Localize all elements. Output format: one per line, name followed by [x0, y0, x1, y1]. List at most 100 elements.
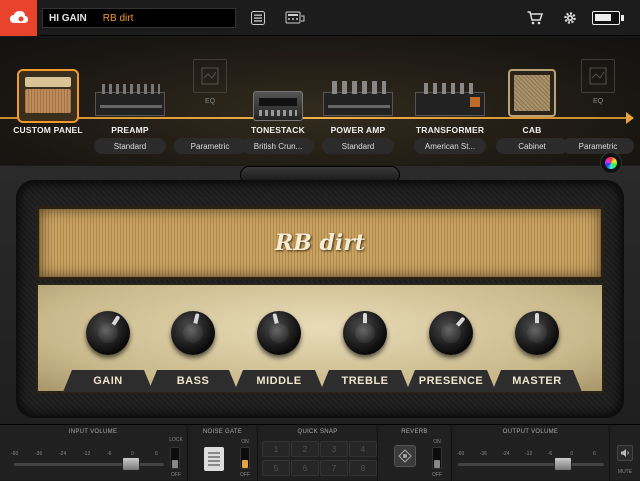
knob-label-gain: GAIN: [63, 370, 153, 392]
knob-cap: [355, 323, 375, 343]
knob-cap: [183, 323, 203, 343]
scale-tick-label: 0: [570, 451, 574, 457]
tonestack-thumbnail: [253, 91, 303, 121]
cab-thumbnail: [508, 69, 556, 117]
quick-snap-button-7[interactable]: 7: [320, 460, 348, 476]
mute-speaker-icon[interactable]: [617, 445, 633, 461]
eq-label: EQ: [592, 98, 604, 105]
knob-gain[interactable]: [78, 303, 138, 363]
scale-tick-label: -6: [107, 451, 112, 457]
input-lock-toggle[interactable]: [170, 447, 180, 469]
eq-type-pill[interactable]: Parametric: [174, 138, 246, 154]
module-transformer[interactable]: TRANSFORMER American St...: [410, 37, 490, 165]
quick-snap-button-4[interactable]: 4: [349, 441, 377, 457]
knob-label-bass: BASS: [148, 370, 238, 392]
module-tonestack[interactable]: TONESTACK British Crun...: [238, 37, 318, 165]
module-label: PREAMP: [111, 125, 149, 135]
knob-middle[interactable]: [249, 303, 309, 363]
noise-gate-on-label: ON: [241, 439, 249, 445]
transformer-type-pill[interactable]: American St...: [414, 138, 486, 154]
amp-grille: RB dirt: [36, 206, 604, 280]
quick-snap-button-3[interactable]: 3: [320, 441, 348, 457]
module-power-amp[interactable]: POWER AMP Standard: [318, 37, 398, 165]
reverb-on-label: ON: [433, 439, 441, 445]
output-volume-fader[interactable]: [554, 457, 573, 471]
module-label: POWER AMP: [330, 125, 386, 135]
power-amp-type-pill[interactable]: Standard: [322, 138, 394, 154]
preset-list-icon[interactable]: [250, 9, 266, 27]
knob-label-presence: PRESENCE: [406, 370, 496, 392]
noise-gate-section: NOISE GATE ON OFF: [188, 425, 258, 481]
tonestack-type-pill[interactable]: British Crun...: [242, 138, 314, 154]
knob-bass[interactable]: [163, 303, 223, 363]
knob-cap: [441, 323, 461, 343]
reverb-icon[interactable]: [394, 445, 416, 467]
noise-gate-pedal-icon[interactable]: [204, 447, 224, 471]
quick-snap-button-5[interactable]: 5: [262, 460, 290, 476]
module-eq-2[interactable]: EQ Parametric: [558, 37, 638, 165]
amp-settings-icon[interactable]: [284, 9, 306, 27]
reverb-title: REVERB: [401, 429, 428, 435]
power-amp-thumbnail: [323, 81, 393, 116]
knob-presence[interactable]: [421, 303, 481, 363]
noise-gate-toggle[interactable]: [240, 447, 250, 469]
cart-icon[interactable]: [526, 9, 544, 27]
mute-label: MUTE: [617, 469, 633, 475]
reverb-off-label: OFF: [432, 472, 442, 478]
input-volume-fader[interactable]: [122, 457, 140, 471]
color-wheel-icon[interactable]: [600, 152, 622, 174]
cloud-logo-icon[interactable]: [0, 0, 37, 36]
scale-tick-label: -6: [547, 451, 553, 457]
eq-thumbnail: [193, 59, 227, 93]
scale-tick-label: 6: [155, 451, 158, 457]
scale-tick-label: -36: [35, 451, 43, 457]
quick-snap-button-6[interactable]: 6: [291, 460, 319, 476]
noise-gate-title: NOISE GATE: [202, 429, 243, 435]
gear-icon[interactable]: [561, 9, 579, 27]
module-label: TRANSFORMER: [415, 125, 485, 135]
knob-body: [86, 311, 130, 355]
scale-tick-label: -12: [525, 451, 533, 457]
quick-snap-button-1[interactable]: 1: [262, 441, 290, 457]
transformer-thumbnail: [415, 83, 485, 116]
custom-panel-thumbnail: [17, 69, 79, 123]
top-bar: HI GAIN RB dirt: [0, 0, 640, 36]
input-volume-section: INPUT VOLUME -60 -36 -24 -12 -6 0 6 LOCK OFF: [0, 425, 188, 481]
scale-tick-label: -12: [83, 451, 91, 457]
knob-label-master: MASTER: [492, 370, 582, 392]
knob-treble[interactable]: [335, 303, 395, 363]
preamp-thumbnail: [95, 84, 165, 116]
knob-cap: [269, 323, 289, 343]
preset-bank-label: HI GAIN: [49, 12, 87, 24]
knob-master[interactable]: [507, 303, 567, 363]
quick-snap-button-2[interactable]: 2: [291, 441, 319, 457]
knob-cap: [98, 323, 118, 343]
scale-tick-label: 6: [593, 451, 596, 457]
quick-snap-button-8[interactable]: 8: [349, 460, 377, 476]
scale-tick-label: -60: [457, 451, 465, 457]
preamp-type-pill[interactable]: Standard: [94, 138, 166, 154]
input-volume-track[interactable]: [14, 463, 164, 466]
module-custom-panel[interactable]: CUSTOM PANEL: [8, 37, 88, 165]
reverb-toggle[interactable]: [432, 447, 442, 469]
bottom-controls: INPUT VOLUME -60 -36 -24 -12 -6 0 6 LOCK OFF N…: [0, 424, 640, 481]
quick-snap-title: QUICK SNAP: [297, 429, 338, 435]
eq-type-pill[interactable]: Parametric: [562, 138, 634, 154]
noise-gate-off-label: OFF: [240, 472, 250, 478]
scale-tick-label: -36: [479, 451, 487, 457]
module-preamp[interactable]: PREAMP Standard: [90, 37, 170, 165]
amp-logo: RB dirt: [274, 230, 366, 256]
knob-label-treble: TREBLE: [320, 370, 410, 392]
output-volume-track[interactable]: [458, 463, 604, 466]
knob-label-middle: MIDDLE: [234, 370, 324, 392]
input-lock-label: LOCK: [169, 437, 183, 443]
scale-tick-label: -24: [502, 451, 510, 457]
preset-name: RB dirt: [102, 12, 134, 24]
preset-selector[interactable]: HI GAIN RB dirt: [42, 8, 236, 28]
mute-section: MUTE: [610, 425, 640, 481]
scale-tick-label: -24: [59, 451, 67, 457]
quick-snap-section: QUICK SNAP 1234 5678: [258, 425, 378, 481]
output-volume-section: OUTPUT VOLUME -60 -36 -24 -12 -6 0 6: [452, 425, 610, 481]
knob-body: [343, 311, 387, 355]
module-label: CUSTOM PANEL: [13, 125, 83, 135]
